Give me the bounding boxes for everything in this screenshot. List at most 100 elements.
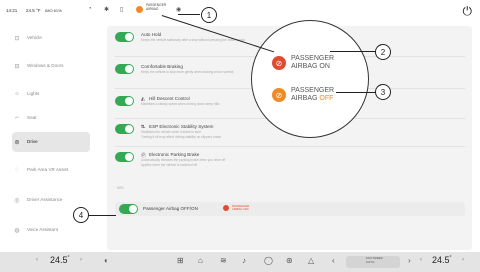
setting-description: Automatically releases the parking brake… (141, 158, 226, 162)
divider (115, 146, 465, 147)
airbag-indicator-zoom: ⊘ PASSENGER AIRBAG ON ⊘ PASSENGER AIRBAG… (251, 20, 369, 138)
driver-temperature[interactable]: 24.5° (50, 255, 70, 265)
airbag-off-icon: ⊘ (272, 88, 286, 102)
degree-symbol: ° (67, 255, 70, 261)
airbag-off-line2: AIRBAG (291, 95, 320, 102)
lights-icon: ☼ (14, 91, 20, 97)
passenger-airbag-toggle[interactable] (119, 204, 138, 214)
temp-down-arrow-icon[interactable]: ‹ (36, 257, 38, 263)
degree-symbol: ° (449, 255, 452, 261)
sidebar-item-lights[interactable]: ☼ Lights (12, 84, 90, 104)
airbag-off-word: OFF (319, 95, 334, 102)
section-label: SRS (117, 186, 124, 190)
power-icon[interactable]: ⏻ (463, 4, 473, 19)
fan-up-icon[interactable]: › (408, 256, 411, 265)
setting-description: Stabilizes the vehicle when it starts to… (141, 130, 201, 134)
outside-temperature: 24.5 °F (26, 8, 41, 13)
status-bar: 14:21 24.5 °F IMO 61% ◔ ✱ ▯ PASSENGER AI… (0, 0, 480, 22)
airbag-off-indicator: ⊘ PASSENGER AIRBAG OFF (272, 87, 334, 103)
ac-icon[interactable]: ◯ (264, 256, 273, 265)
airbag-on-line2: AIRBAG ON (291, 63, 330, 70)
sidebar-item-label: Voice Assistant (27, 227, 58, 233)
drive-icon: ⊜ (14, 139, 20, 146)
airbag-on-indicator: ⊘ PASSENGER AIRBAG ON (272, 55, 334, 71)
temp-up-arrow-icon[interactable]: › (462, 257, 464, 263)
eye-icon: ◉ (176, 7, 182, 13)
fan-down-icon[interactable]: ‹ (332, 256, 335, 265)
sidebar-item-park-assist[interactable]: ◌ Park Area VR Assist (12, 160, 90, 180)
setting-description: Applies when the vehicle is switched off (141, 163, 197, 167)
comfortable-braking-toggle[interactable] (115, 64, 134, 74)
windows-doors-icon: ⊟ (14, 63, 20, 70)
callout-4: 4 (73, 207, 89, 223)
hill-descent-toggle[interactable] (115, 96, 134, 106)
fan-icon[interactable]: ⌂ (198, 256, 203, 265)
recirculation-icon[interactable]: ⊛ (286, 256, 293, 265)
fan-speed-text: FAN SPEED AUTO (366, 256, 383, 264)
airbag-on-label: PASSENGER AIRBAG ON (291, 55, 334, 71)
defrost-icon[interactable]: ≋ (220, 256, 227, 265)
setting-title: Electronic Parking Brake (149, 152, 200, 157)
driver-assistance-icon: ◎ (14, 197, 20, 204)
temp-up-arrow-icon[interactable]: › (80, 257, 82, 263)
setting-title: Comfortable Braking (141, 64, 183, 69)
bluetooth-icon: ✱ (104, 7, 110, 13)
auto-hold-toggle[interactable] (115, 32, 134, 42)
climate-bar: ‹ 24.5° › ◐ ⊞ ⌂ ≋ ♪ ◯ ⊛ △ ‹ FAN SPEED AU… (0, 252, 480, 272)
seat-icon[interactable]: ♪ (242, 256, 246, 265)
leader-line (330, 51, 376, 52)
signal-status: IMO 61% (45, 8, 62, 13)
leader-line (178, 14, 200, 15)
airbag-off-label: PASSENGER AIRBAG OFF (291, 87, 334, 103)
parking-brake-toggle[interactable] (115, 152, 134, 162)
callout-3: 3 (375, 84, 391, 100)
sidebar-item-label: Vehicle (27, 35, 42, 41)
leader-line (88, 215, 116, 216)
setting-description: Turning it off may affect driving stabil… (141, 135, 222, 139)
voice-assistant-icon: ◍ (14, 227, 20, 234)
passenger-airbag-icon (223, 205, 229, 211)
passenger-airbag-status: PASSENGER AIRBAG OFF (232, 204, 250, 212)
sidebar-item-label: Park Area VR Assist (27, 167, 69, 173)
airbag-status-icon (136, 6, 143, 13)
driver-temp-value: 24.5 (50, 255, 68, 265)
sidebar-item-label: Drive (27, 139, 38, 145)
leader-line (336, 92, 376, 93)
clock: 14:21 (6, 8, 18, 13)
vehicle-icon: ⊡ (14, 35, 20, 42)
seat-heat-icon[interactable]: ◐ (104, 256, 109, 265)
passenger-temp-value: 24.5 (432, 255, 450, 265)
callout-1: 1 (201, 7, 217, 23)
sidebar-item-label: Seat (27, 115, 37, 121)
setting-title: Auto Hold (141, 32, 162, 37)
setting-description: Keeps the vehicle stationary after a sto… (141, 38, 245, 42)
callout-2: 2 (375, 44, 391, 60)
vent-icon[interactable]: △ (308, 256, 314, 265)
wifi-icon: ◔ (88, 6, 92, 12)
setting-description: Maintains a steady speed when driving do… (141, 102, 220, 106)
park-assist-icon: ◌ (15, 167, 19, 173)
setting-title: Hill Descent Control (149, 96, 190, 101)
sidebar-item-label: Windows & Doors (27, 63, 64, 69)
esp-toggle[interactable] (115, 124, 134, 134)
sidebar-item-label: Lights (27, 91, 40, 97)
setting-row-passenger-airbag: Passenger Airbag OFF/ON PASSENGER AIRBAG… (115, 202, 465, 216)
airbag-on-icon: ⊘ (272, 56, 286, 70)
sidebar-item-seat[interactable]: ⌐ Seat (12, 108, 90, 128)
temp-down-arrow-icon[interactable]: ‹ (420, 257, 422, 263)
sidebar-item-drive[interactable]: ⊜ Drive (12, 132, 90, 152)
passenger-temperature[interactable]: 24.5° (432, 255, 452, 265)
sidebar-item-label: Driver Assistance (27, 197, 63, 203)
sidebar-item-vehicle[interactable]: ⊡ Vehicle (12, 28, 90, 48)
airbag-on-line1: PASSENGER (291, 55, 335, 62)
airbag-status-text: PASSENGER AIRBAG (146, 3, 167, 11)
setting-title: ESP Electronic Stability System (149, 124, 214, 129)
steering-heat-icon[interactable]: ⊞ (177, 256, 184, 265)
setting-title: Passenger Airbag OFF/ON (143, 206, 198, 211)
airbag-off-line1: PASSENGER (291, 87, 335, 94)
sidebar-item-windows-doors[interactable]: ⊟ Windows & Doors (12, 56, 90, 76)
setting-description: Helps the vehicle to stop more gently wh… (141, 70, 234, 74)
seat-icon: ⌐ (15, 115, 19, 121)
sidebar-item-voice-assistant[interactable]: ◍ Voice Assistant (12, 220, 90, 240)
phone-icon: ▯ (120, 7, 124, 13)
